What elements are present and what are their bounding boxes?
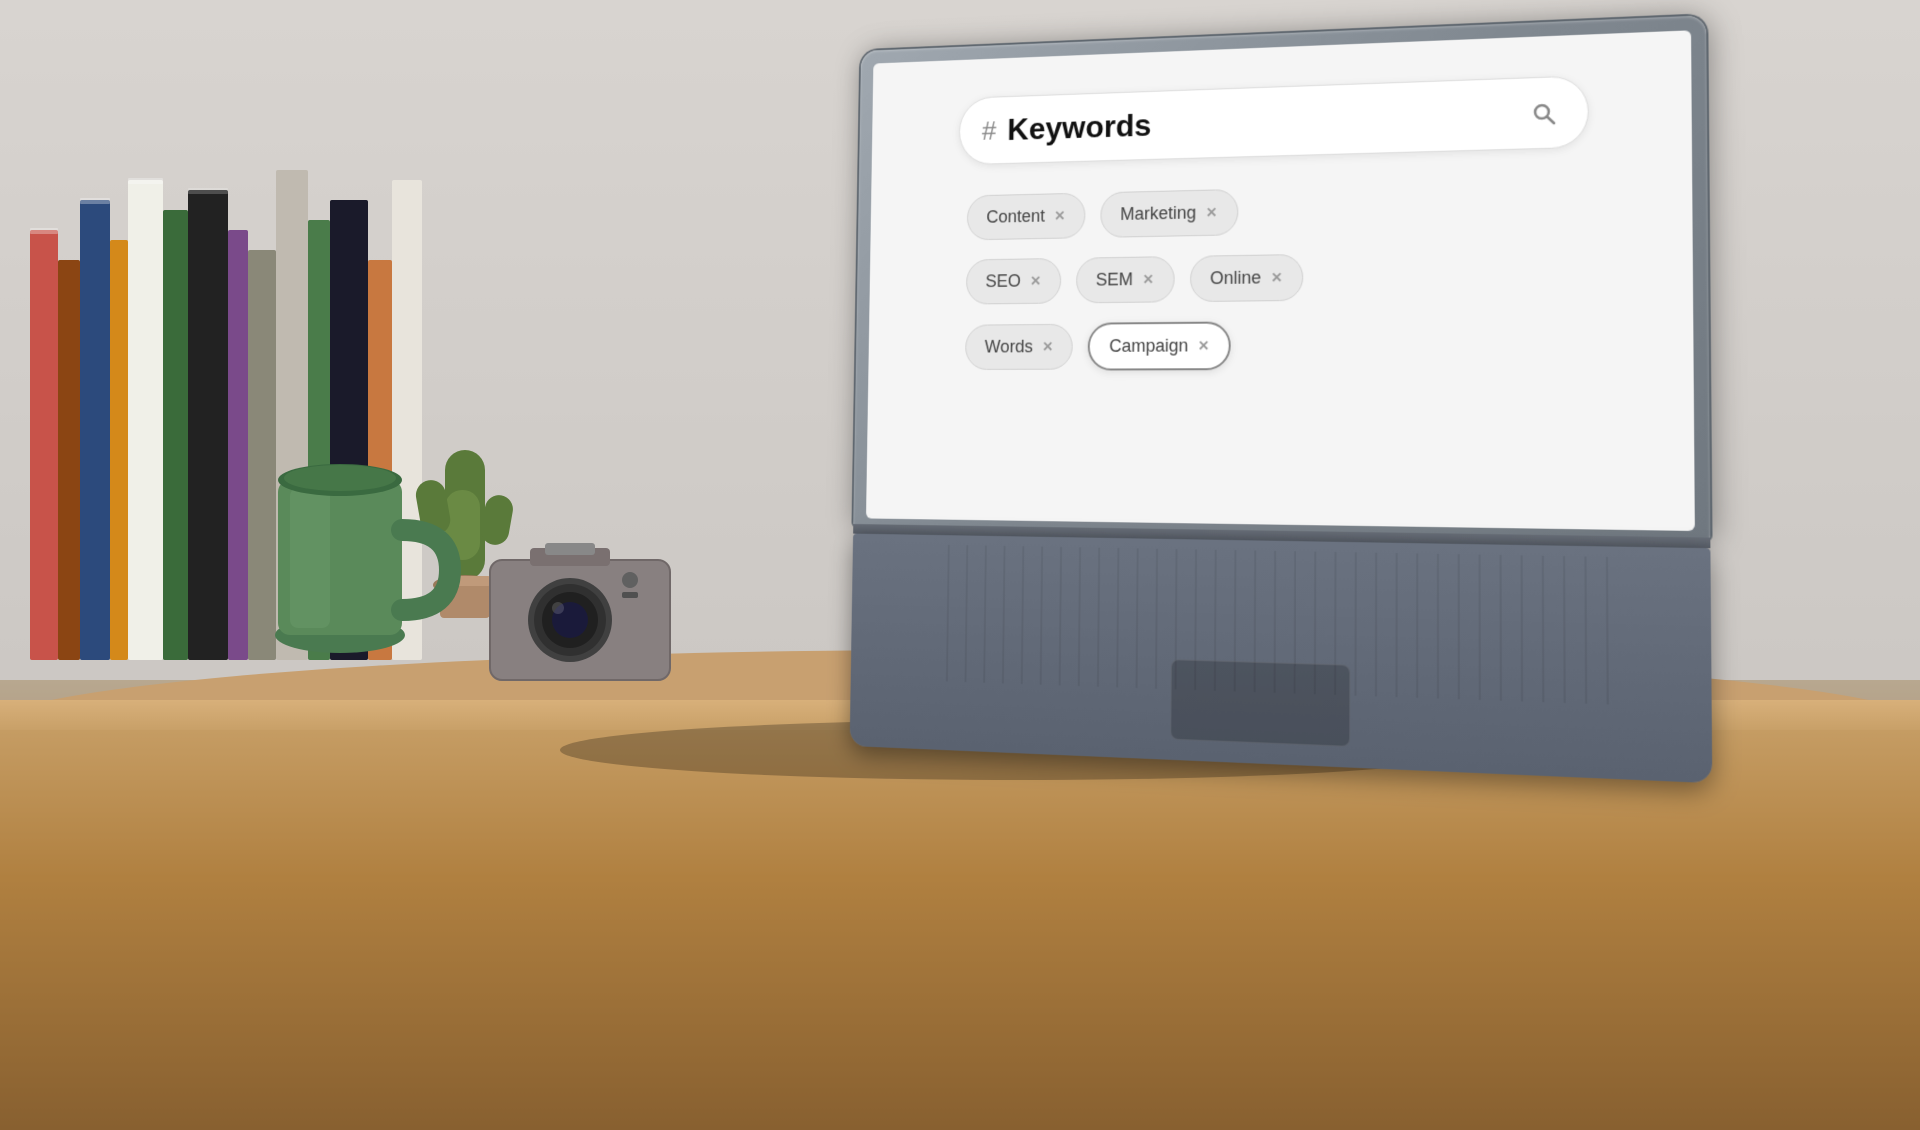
tag-marketing-close[interactable]: ✕ — [1206, 204, 1218, 221]
tag-marketing-label: Marketing — [1120, 203, 1196, 225]
tag-sem-close[interactable]: ✕ — [1143, 271, 1154, 288]
laptop-screen-display: # Keywords Content ✕ — [866, 30, 1695, 531]
tag-content-label: Content — [986, 206, 1045, 227]
tag-words[interactable]: Words ✕ — [965, 324, 1073, 370]
laptop: # Keywords Content ✕ — [850, 15, 1713, 783]
tag-seo-close[interactable]: ✕ — [1030, 273, 1041, 290]
tags-area: Content ✕ Marketing ✕ SEO ✕ — [956, 180, 1590, 370]
tag-online-label: Online — [1210, 268, 1261, 289]
screen-content: # Keywords Content ✕ — [956, 75, 1590, 371]
tag-sem[interactable]: SEM ✕ — [1076, 256, 1175, 303]
search-title: Keywords — [1007, 95, 1525, 148]
tag-campaign-close[interactable]: ✕ — [1198, 337, 1210, 354]
tag-content[interactable]: Content ✕ — [967, 193, 1086, 241]
hash-symbol: # — [982, 115, 997, 146]
tag-content-close[interactable]: ✕ — [1054, 208, 1065, 225]
tags-row-3: Words ✕ Campaign ✕ — [965, 318, 1579, 370]
tags-row-2: SEO ✕ SEM ✕ Online ✕ — [966, 249, 1579, 304]
tag-campaign[interactable]: Campaign ✕ — [1088, 321, 1231, 370]
tag-marketing[interactable]: Marketing ✕ — [1100, 189, 1238, 238]
tag-words-label: Words — [985, 337, 1033, 358]
search-icon[interactable] — [1525, 94, 1563, 132]
tag-seo-label: SEO — [985, 271, 1021, 292]
tags-row-1: Content ✕ Marketing ✕ — [967, 181, 1579, 241]
tag-seo[interactable]: SEO ✕ — [966, 258, 1061, 305]
tag-sem-label: SEM — [1096, 269, 1133, 290]
laptop-screen-outer: # Keywords Content ✕ — [853, 15, 1710, 539]
search-bar[interactable]: # Keywords — [959, 75, 1589, 165]
tag-online[interactable]: Online ✕ — [1189, 254, 1303, 302]
tag-campaign-label: Campaign — [1109, 336, 1188, 357]
tag-words-close[interactable]: ✕ — [1042, 339, 1053, 356]
laptop-trackpad[interactable] — [1170, 659, 1350, 747]
tag-online-close[interactable]: ✕ — [1271, 269, 1283, 286]
laptop-keyboard — [850, 534, 1713, 784]
